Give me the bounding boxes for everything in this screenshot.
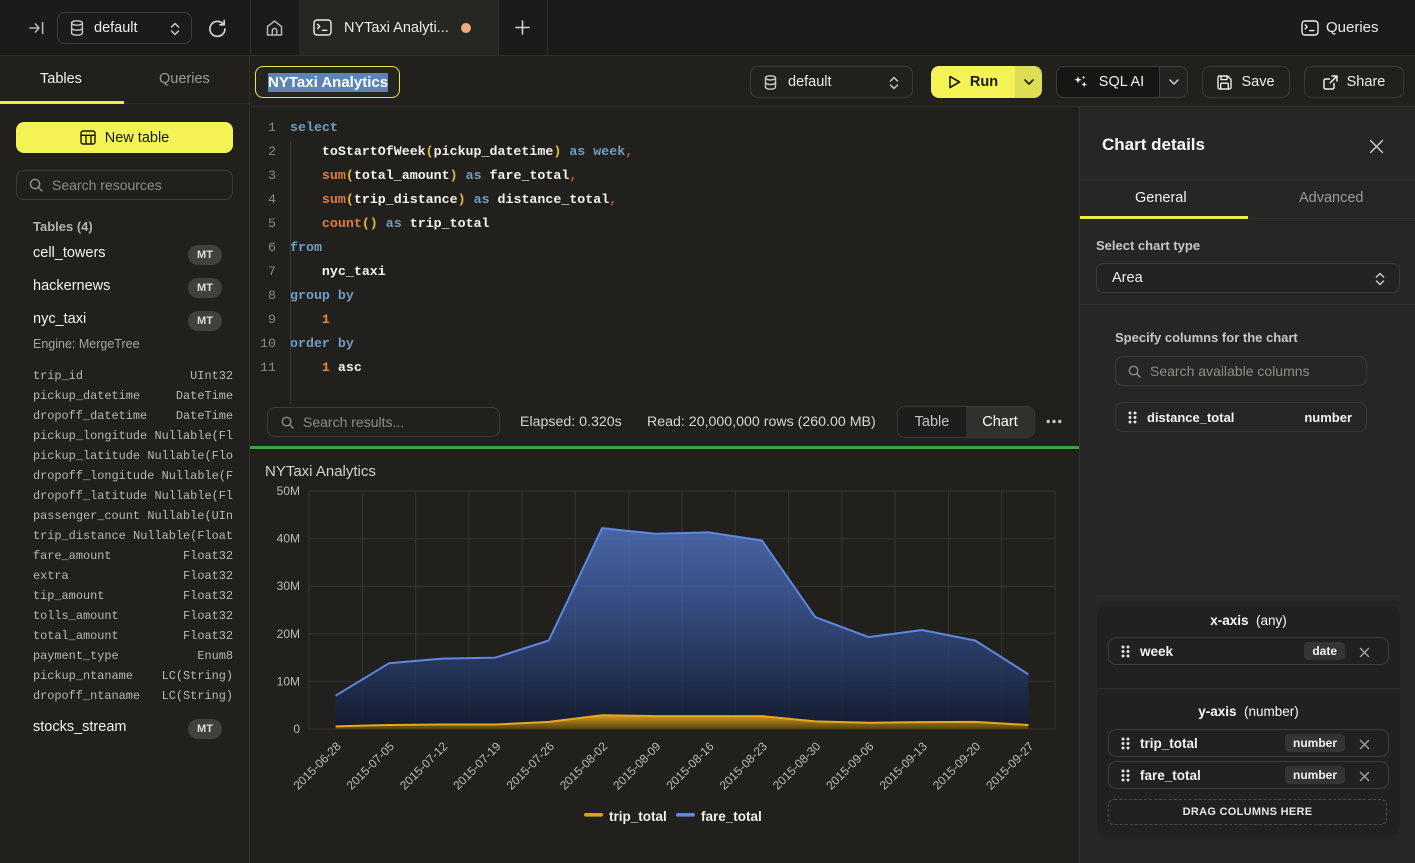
svg-text:2015-09-06: 2015-09-06 <box>823 739 877 793</box>
svg-text:30M: 30M <box>277 579 300 593</box>
svg-text:fare_total: fare_total <box>701 809 762 824</box>
svg-text:50M: 50M <box>277 484 300 498</box>
svg-text:2015-08-30: 2015-08-30 <box>770 739 824 793</box>
svg-text:2015-07-26: 2015-07-26 <box>504 739 558 793</box>
svg-text:trip_total: trip_total <box>609 809 667 824</box>
svg-text:20M: 20M <box>277 627 300 641</box>
svg-text:2015-07-05: 2015-07-05 <box>344 739 398 793</box>
svg-text:10M: 10M <box>277 674 300 688</box>
svg-text:40M: 40M <box>277 532 300 546</box>
svg-text:2015-06-28: 2015-06-28 <box>290 739 344 793</box>
svg-text:2015-08-09: 2015-08-09 <box>610 739 664 793</box>
svg-text:2015-07-12: 2015-07-12 <box>397 739 451 793</box>
svg-text:2015-07-19: 2015-07-19 <box>450 739 504 793</box>
svg-text:2015-09-20: 2015-09-20 <box>930 739 984 793</box>
svg-text:2015-09-27: 2015-09-27 <box>983 739 1037 793</box>
svg-text:NYTaxi Analytics: NYTaxi Analytics <box>265 463 376 480</box>
svg-text:2015-08-02: 2015-08-02 <box>557 739 611 793</box>
svg-text:2015-09-13: 2015-09-13 <box>877 739 931 793</box>
svg-text:2015-08-16: 2015-08-16 <box>663 739 717 793</box>
svg-text:0: 0 <box>293 722 300 736</box>
svg-text:2015-08-23: 2015-08-23 <box>717 739 771 793</box>
